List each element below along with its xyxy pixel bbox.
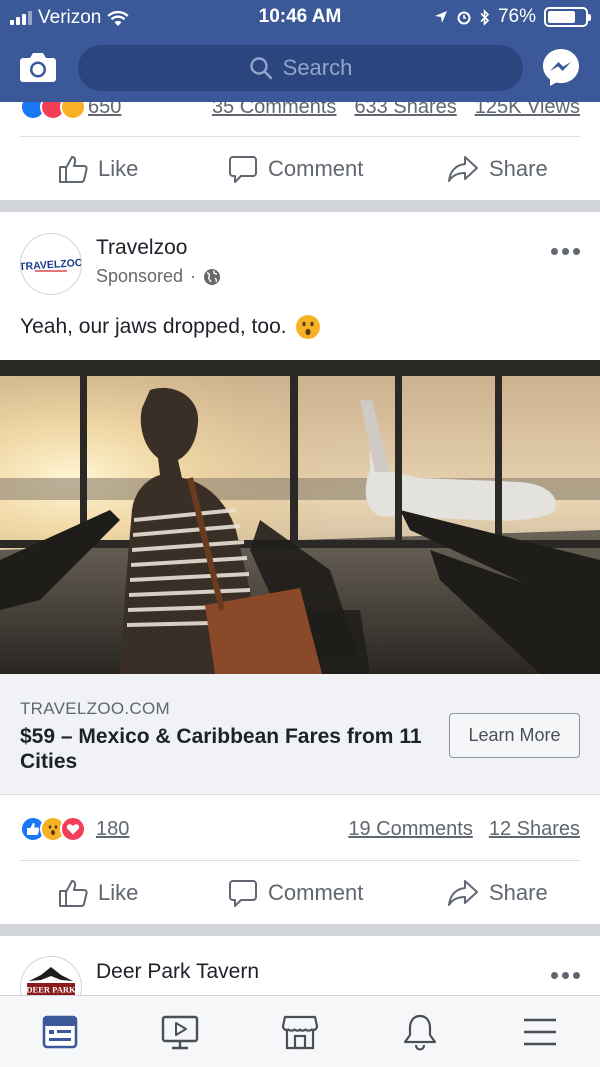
like-button[interactable]: Like	[58, 878, 138, 908]
post-message: Yeah, our jaws dropped, too.	[20, 315, 287, 338]
reaction-icons	[20, 816, 86, 842]
post-stats: 180 19 Comments 12 Shares	[20, 812, 580, 846]
camera-icon	[20, 53, 56, 82]
like-label: Like	[98, 156, 139, 181]
comment-label: Comment	[268, 880, 364, 905]
previous-post-actions: Like Comment Share	[0, 138, 600, 200]
post-image[interactable]	[0, 360, 600, 674]
globe-icon	[204, 268, 221, 285]
messenger-icon	[543, 49, 579, 86]
share-label: Share	[489, 880, 548, 905]
comment-label: Comment	[268, 156, 364, 181]
astonished-emoji-icon	[295, 315, 320, 339]
battery-percent: 76%	[497, 6, 536, 27]
next-post-author[interactable]: Deer Park Tavern	[96, 960, 259, 984]
like-label: Like	[98, 880, 139, 905]
svg-text:DEER PARK: DEER PARK	[26, 985, 76, 995]
bottom-tab-bar	[0, 995, 600, 1067]
shares-link[interactable]: 12 Shares	[489, 818, 580, 841]
link-preview[interactable]: TRAVELZOO.COM $59 – Mexico & Caribbean F…	[0, 674, 600, 795]
tab-marketplace[interactable]	[280, 1012, 320, 1052]
travelzoo-avatar[interactable]: TRAVELZOO	[20, 233, 82, 295]
comment-button[interactable]: Comment	[228, 878, 363, 908]
tab-notifications[interactable]	[400, 1012, 440, 1052]
link-title: $59 – Mexico & Caribbean Fares from 11 C…	[20, 725, 422, 773]
travelzoo-logo: TRAVELZOO	[21, 257, 81, 273]
bluetooth-icon	[480, 8, 490, 26]
reaction-count[interactable]: 180	[96, 818, 129, 841]
love-reaction-icon	[60, 816, 86, 842]
search-icon	[249, 57, 272, 80]
camera-button[interactable]	[19, 50, 57, 84]
share-label: Share	[489, 156, 548, 181]
share-button[interactable]: Share	[447, 154, 548, 184]
search-input[interactable]: Search	[78, 45, 523, 91]
status-bar: Verizon 10:46 AM 76%	[0, 0, 600, 36]
like-icon	[59, 880, 88, 907]
divider	[20, 860, 580, 861]
post-actions: Like Comment Share	[0, 862, 600, 924]
feed-separator	[0, 200, 600, 212]
alarm-icon	[457, 11, 471, 25]
comment-icon	[229, 156, 257, 183]
comment-icon	[229, 880, 257, 907]
post-meta: Sponsored ·	[96, 266, 221, 287]
tab-news-feed[interactable]	[40, 1012, 80, 1052]
location-icon	[434, 11, 447, 23]
post-author[interactable]: Travelzoo	[96, 236, 187, 260]
link-domain: TRAVELZOO.COM	[20, 699, 170, 718]
tab-menu[interactable]	[520, 1012, 560, 1052]
post-options-button[interactable]	[551, 248, 580, 255]
watch-icon	[161, 1015, 199, 1050]
sponsored-label[interactable]: Sponsored	[96, 266, 183, 287]
like-icon	[59, 156, 88, 183]
share-icon	[448, 156, 478, 182]
battery-icon	[544, 7, 591, 27]
search-placeholder: Search	[282, 55, 353, 80]
share-button[interactable]: Share	[447, 878, 548, 908]
news-feed-icon	[42, 1015, 78, 1049]
share-icon	[448, 880, 478, 906]
feed-separator	[0, 924, 600, 936]
tab-watch[interactable]	[160, 1012, 200, 1052]
marketplace-icon	[281, 1015, 319, 1050]
like-button[interactable]: Like	[58, 154, 138, 184]
messenger-button[interactable]	[541, 47, 581, 87]
airport-photo	[0, 360, 600, 674]
notifications-icon	[403, 1014, 437, 1051]
top-header: Verizon 10:46 AM 76% Search	[0, 0, 600, 102]
post-text: Yeah, our jaws dropped, too.	[20, 314, 321, 340]
learn-more-button[interactable]: Learn More	[449, 713, 580, 758]
menu-icon	[524, 1018, 556, 1046]
meta-dot: ·	[190, 266, 197, 286]
divider	[20, 136, 580, 137]
comment-button[interactable]: Comment	[228, 154, 363, 184]
comments-link[interactable]: 19 Comments	[348, 818, 473, 841]
next-post-options-button[interactable]	[551, 972, 580, 979]
